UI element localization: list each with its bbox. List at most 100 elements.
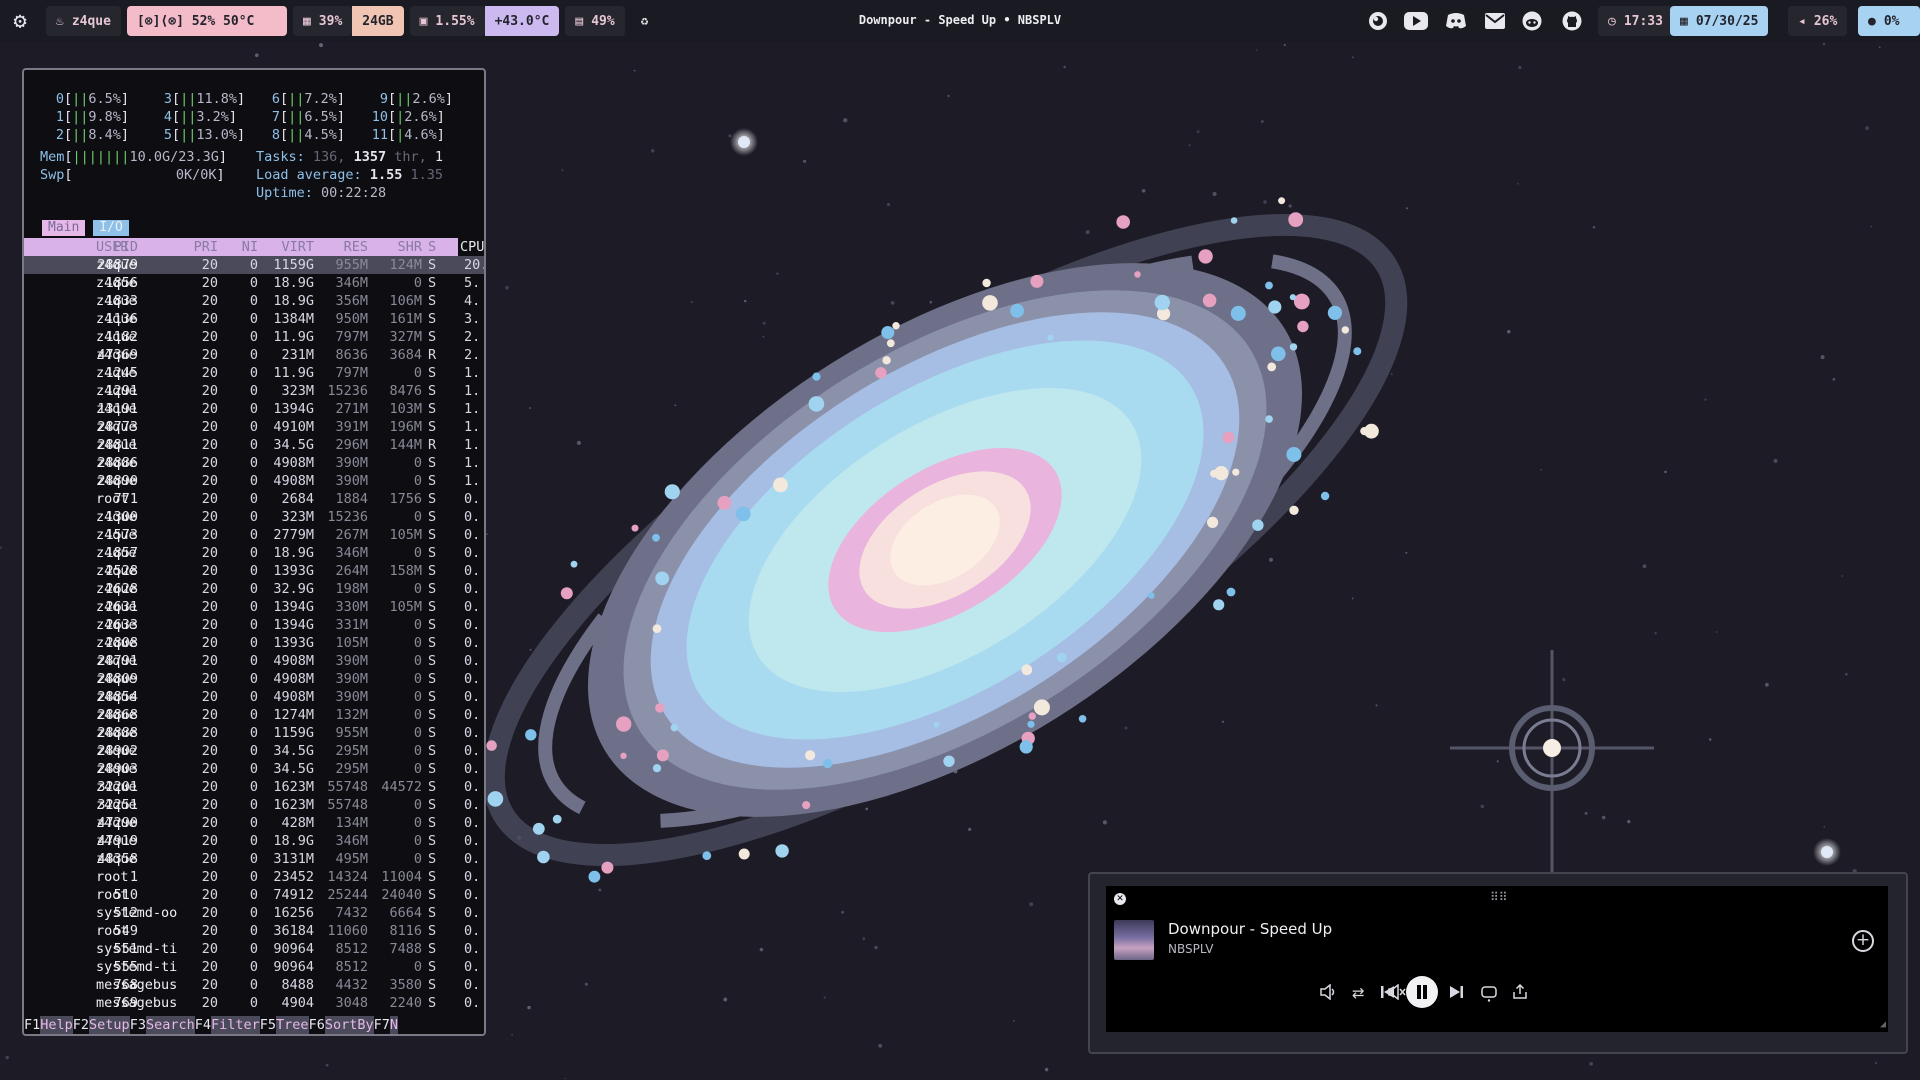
process-row[interactable]: 2631 z4que 20 0 1394G 330M 105M S 0.: [24, 598, 484, 616]
process-list[interactable]: 28879 z4que 20 0 1159G 955M 124M S 20. 1856 z4que 2…: [24, 256, 484, 1012]
drag-handle-icon[interactable]: ⠿⠿: [1490, 890, 1508, 904]
col-shr[interactable]: SHR: [398, 238, 422, 256]
process-row[interactable]: 1833 z4que 20 0 18.9G 356M 106M S 4.: [24, 292, 484, 310]
github-icon[interactable]: [1558, 7, 1586, 35]
process-row[interactable]: 2633 z4que 20 0 1394G 331M 0 S 0.: [24, 616, 484, 634]
shuffle-icon[interactable]: ⇄: [1352, 984, 1365, 1002]
repeat-icon[interactable]: [1480, 984, 1498, 1006]
process-row[interactable]: 28854 z4que 20 0 4908M 390M 0 S 0.: [24, 688, 484, 706]
volume-module[interactable]: ◂ 26%: [1788, 6, 1848, 36]
col-cpu[interactable]: CPU: [458, 238, 484, 256]
process-row[interactable]: 510 root 20 0 74912 25244 24040 S 0.: [24, 886, 484, 904]
mail-icon[interactable]: [1481, 7, 1509, 35]
process-row[interactable]: 1573 z4que 20 0 2779M 267M 105M S 0.: [24, 526, 484, 544]
process-row[interactable]: 1857 z4que 20 0 18.9G 346M 0 S 0.: [24, 544, 484, 562]
process-shr: 8116: [389, 923, 422, 939]
tab-main[interactable]: Main: [42, 220, 86, 236]
next-icon[interactable]: [1448, 984, 1464, 1004]
process-s: S: [428, 941, 437, 957]
mic-module[interactable]: ● 0%: [1858, 6, 1920, 36]
fkey-item[interactable]: F4 Filter: [195, 1016, 260, 1034]
process-row[interactable]: 769 messagebus 20 0 4904 3048 2240 S 0.: [24, 994, 484, 1012]
process-row[interactable]: 1245 z4que 20 0 11.9G 797M 0 S 1.: [24, 364, 484, 382]
ram-total-module: 24GB: [352, 6, 404, 36]
process-row[interactable]: 2528 z4que 20 0 1393G 264M 158M S 0.: [24, 562, 484, 580]
process-row[interactable]: 1 root 20 0 23452 14324 11004 S 0.: [24, 868, 484, 886]
previous-icon[interactable]: [1380, 984, 1396, 1004]
process-row[interactable]: 28902 z4que 20 0 34.5G 295M 0 S 0.: [24, 742, 484, 760]
process-row[interactable]: 28809 z4que 20 0 4908M 390M 0 S 0.: [24, 670, 484, 688]
process-shr: 0: [413, 509, 422, 525]
fkey-item[interactable]: F1 Help: [24, 1016, 73, 1034]
htop-terminal[interactable]: 0[||6.5%] 1[||9.8%] 2[||8.4%] 3[||11.8%] 4[|…: [22, 68, 486, 1036]
process-row[interactable]: 768 messagebus 20 0 8488 4432 3580 S 0.: [24, 976, 484, 994]
process-row[interactable]: 48358 z4que 20 0 3131M 495M 0 S 0.: [24, 850, 484, 868]
process-row[interactable]: 771 root 20 0 2684 1884 1756 S 0.: [24, 490, 484, 508]
process-res: 295M: [335, 761, 368, 777]
process-row[interactable]: 1856 z4que 20 0 18.9G 346M 0 S 5.: [24, 274, 484, 292]
process-shr: 0: [413, 707, 422, 723]
process-row[interactable]: 551 systemd-ti 20 0 90964 8512 7488 S 0.: [24, 940, 484, 958]
media-player-window[interactable]: ✕ ⠿⠿ Downpour - Speed Up NBSPLV + ⇄ ◢: [1088, 872, 1908, 1054]
process-row[interactable]: 28868 z4que 20 0 1274M 132M 0 S 0.: [24, 706, 484, 724]
fkey-item[interactable]: F6 SortBy: [309, 1016, 374, 1034]
process-row[interactable]: 28890 z4que 20 0 4908M 390M 0 S 1.: [24, 472, 484, 490]
settings-gear-icon[interactable]: ⚙: [0, 0, 40, 42]
process-row[interactable]: 13191 z4que 20 0 1394G 271M 103M S 1.: [24, 400, 484, 418]
process-shr: 0: [413, 761, 422, 777]
youtube-icon[interactable]: [1402, 7, 1430, 35]
process-res: 132M: [335, 707, 368, 723]
discord-icon[interactable]: [1442, 7, 1470, 35]
reddit-icon[interactable]: [1518, 7, 1546, 35]
recycle-icon[interactable]: ♻: [631, 6, 659, 36]
process-row[interactable]: 47290 z4que 20 0 428M 134M 0 S 0.: [24, 814, 484, 832]
process-row[interactable]: 549 root 20 0 36184 11060 8116 S 0.: [24, 922, 484, 940]
col-res[interactable]: RES: [344, 238, 368, 256]
process-row[interactable]: 32251 z4que 20 0 1623M 55748 0 S 0.: [24, 796, 484, 814]
date-module[interactable]: ▦ 07/30/25: [1670, 6, 1769, 36]
tab-io[interactable]: I/O: [93, 220, 129, 236]
process-cpu: 0.: [464, 545, 481, 561]
process-row[interactable]: 28773 z4que 20 0 4910M 391M 196M S 1.: [24, 418, 484, 436]
volume-icon[interactable]: [1320, 983, 1338, 1004]
process-row[interactable]: 1136 z4que 20 0 1384M 950M 161M S 3.: [24, 310, 484, 328]
process-row[interactable]: 2808 z4que 20 0 1393G 105M 0 S 0.: [24, 634, 484, 652]
resize-grip-icon[interactable]: ◢: [1880, 1019, 1886, 1030]
share-icon[interactable]: [1512, 983, 1528, 1004]
process-row[interactable]: 47369 z4que 20 0 231M 8636 3684 R 2.: [24, 346, 484, 364]
process-row[interactable]: 1300 z4que 20 0 323M 15236 0 S 0.: [24, 508, 484, 526]
process-row[interactable]: 1291 z4que 20 0 323M 15236 8476 S 1.: [24, 382, 484, 400]
process-s: S: [428, 581, 437, 597]
col-virt[interactable]: VIRT: [281, 238, 314, 256]
process-row[interactable]: 28903 z4que 20 0 34.5G 295M 0 S 0.: [24, 760, 484, 778]
close-icon[interactable]: ✕: [1114, 893, 1126, 905]
obs-icon[interactable]: [1364, 7, 1392, 35]
process-row[interactable]: 555 systemd-ti 20 0 90964 8512 0 S 0.: [24, 958, 484, 976]
col-ni[interactable]: NI: [242, 238, 258, 256]
process-row[interactable]: 28791 z4que 20 0 4908M 390M 0 S 0.: [24, 652, 484, 670]
process-row[interactable]: 47919 z4que 20 0 18.9G 346M 0 S 0.: [24, 832, 484, 850]
process-row[interactable]: 28888 z4que 20 0 1159G 955M 0 S 0.: [24, 724, 484, 742]
add-to-library-icon[interactable]: +: [1852, 930, 1874, 952]
process-ni: 0: [249, 419, 258, 435]
process-ni: 0: [249, 725, 258, 741]
process-row[interactable]: 32201 z4que 20 0 1623M 55748 44572 S 0.: [24, 778, 484, 796]
process-row[interactable]: 2628 z4que 20 0 32.9G 198M 0 S 0.: [24, 580, 484, 598]
process-row[interactable]: 28811 z4que 20 0 34.5G 296M 144M R 1.: [24, 436, 484, 454]
process-row[interactable]: 28879 z4que 20 0 1159G 955M 124M S 20.: [24, 256, 484, 274]
col-pri[interactable]: PRI: [194, 238, 218, 256]
process-ni: 0: [249, 995, 258, 1011]
process-virt: 1623M: [273, 779, 314, 795]
fkey-item[interactable]: F3 Search: [130, 1016, 195, 1034]
process-row[interactable]: 1182 z4que 20 0 11.9G 797M 327M S 2.: [24, 328, 484, 346]
fkey-item[interactable]: F2 Setup: [73, 1016, 130, 1034]
pause-button[interactable]: [1406, 976, 1438, 1008]
process-shr: 3684: [389, 347, 422, 363]
process-row[interactable]: 28886 z4que 20 0 4908M 390M 0 S 1.: [24, 454, 484, 472]
col-state[interactable]: S: [428, 238, 436, 256]
process-virt: 4910M: [273, 419, 314, 435]
fkey-item[interactable]: F5 Tree: [260, 1016, 309, 1034]
col-user[interactable]: USER: [96, 238, 129, 256]
fkey-item[interactable]: F7 N: [374, 1016, 399, 1034]
process-row[interactable]: 512 systemd-oo 20 0 16256 7432 6664 S 0.: [24, 904, 484, 922]
